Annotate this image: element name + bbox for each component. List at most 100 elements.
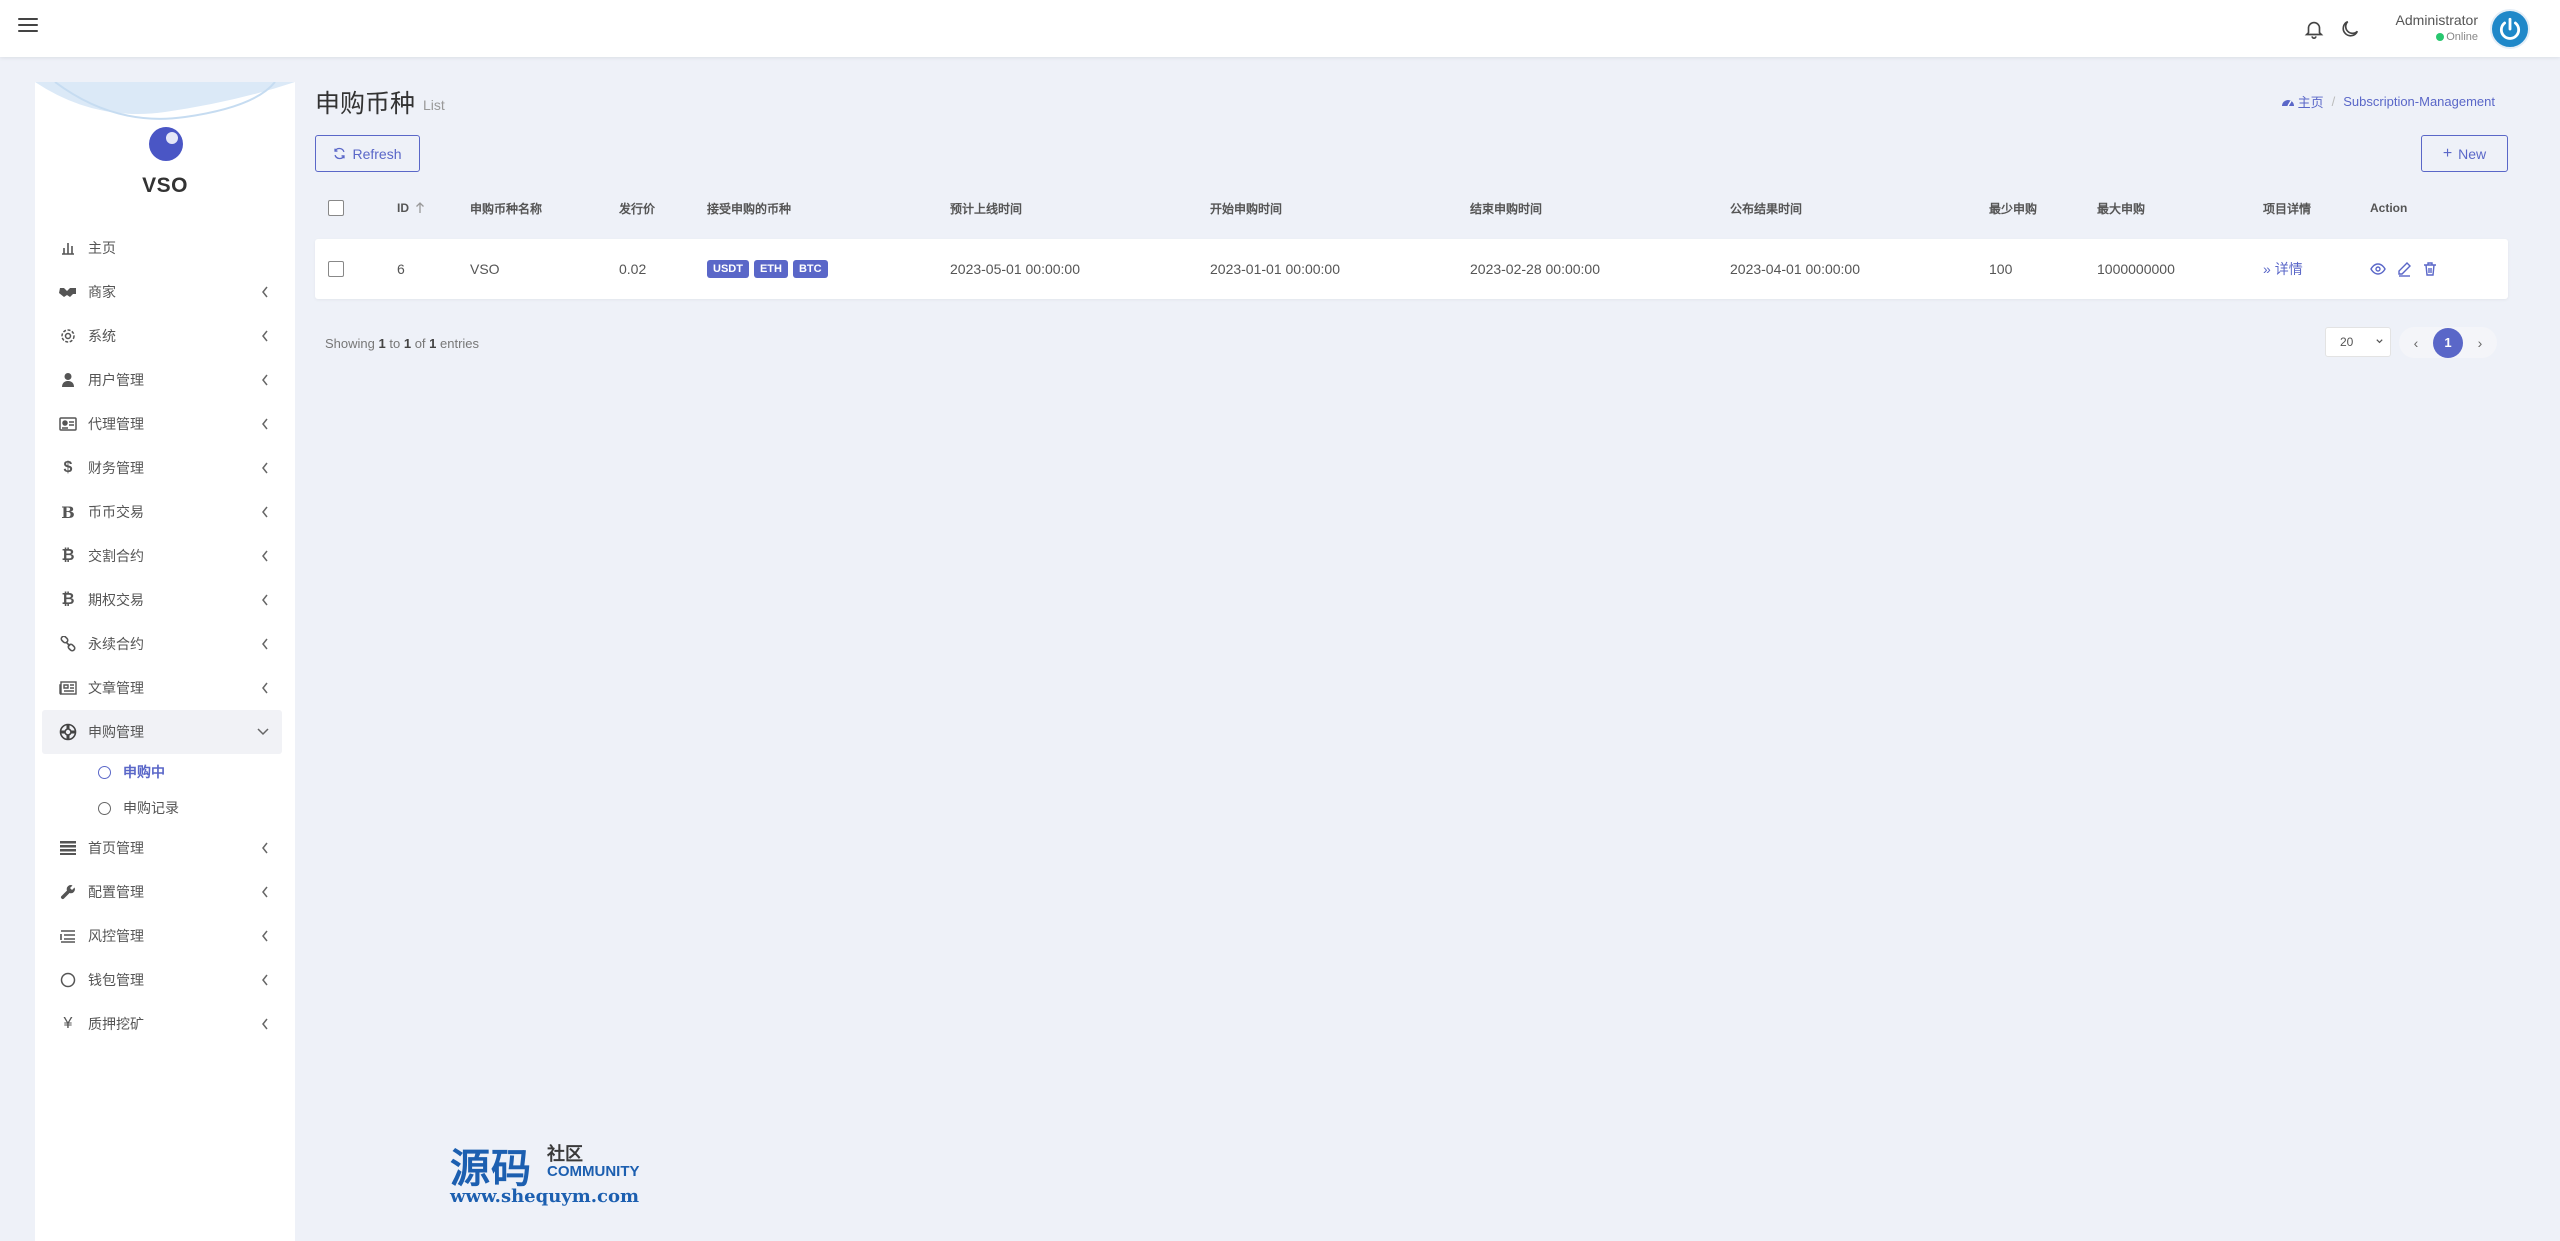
sidebar-item-agents[interactable]: 代理管理 [42,402,282,446]
column-header-name: 申购币种名称 [470,201,543,216]
view-eye-icon[interactable] [2370,261,2386,277]
info-entries: entries [440,336,480,351]
chevron-left-icon [262,330,268,342]
sidebar-item-options[interactable]: ₿ 期权交易 [42,578,282,622]
online-dot-icon [2436,33,2445,42]
list-icon [58,838,78,858]
info-showing: Showing [325,336,375,351]
watermark-url: www.shequym.com [450,1186,640,1207]
submenu-item-subscription-records[interactable]: 申购记录 [42,790,282,826]
sidebar-item-delivery-contract[interactable]: ₿ 交割合约 [42,534,282,578]
sidebar-item-label: 配置管理 [88,884,144,900]
cell-min: 100 [1989,261,2013,277]
cell-currencies: USDT ETH BTC [707,239,833,299]
sidebar-item-system[interactable]: 系统 [42,314,282,358]
circle-outline-icon [98,801,111,815]
yen-icon: ¥ [63,1015,73,1032]
sidebar-item-finance[interactable]: $ 财务管理 [42,446,282,490]
sidebar-item-staking[interactable]: ¥ 质押挖矿 [42,1002,282,1046]
sort-arrow-up-icon [416,202,424,213]
handshake-icon [58,282,78,302]
submenu-item-label: 申购中 [123,764,165,780]
select-all-checkbox[interactable] [328,200,344,216]
sidebar-item-label: 风控管理 [88,928,144,944]
dashboard-icon [2281,99,2294,106]
refresh-button[interactable]: Refresh [315,135,420,172]
new-button[interactable]: + New [2421,135,2508,172]
chevron-left-icon [262,974,268,986]
info-of-word: of [414,336,426,351]
sidebar-item-merchant[interactable]: 商家 [42,270,282,314]
select-all-checkbox-cell [328,188,344,228]
chart-icon [58,238,78,258]
page-title: 申购币种 [315,90,416,118]
sidebar-item-home[interactable]: 主页 [42,226,282,270]
row-checkbox[interactable] [328,261,344,277]
column-header-currencies: 接受申购的币种 [707,201,792,216]
bitcoin-icon: ₿ [61,547,75,564]
sidebar-item-homepage[interactable]: 首页管理 [42,826,282,870]
chevron-left-icon [262,638,268,650]
sidebar-item-wallet[interactable]: 钱包管理 [42,958,282,1002]
table-header: ID 申购币种名称 发行价 接受申购的币种 预计上线时间 开始申购时间 结束申购… [315,188,2508,228]
logo-text: VSO [142,174,188,197]
page-size-value: 20 [2340,335,2354,349]
circle-outline-icon [98,765,111,779]
cell-start-time: 2023-01-01 00:00:00 [1210,261,1340,277]
info-to-word: to [389,336,401,351]
sidebar-item-label: 永续合约 [88,636,144,652]
delete-trash-icon[interactable] [2422,261,2438,277]
submenu-item-subscribing[interactable]: 申购中 [42,754,282,790]
sidebar-item-label: 商家 [88,284,116,300]
sidebar-item-articles[interactable]: 文章管理 [42,666,282,710]
chevron-left-icon [262,886,268,898]
page-size-select[interactable]: 20 [2325,327,2391,357]
cell-actions [2370,239,2448,299]
bell-icon[interactable] [2303,18,2325,40]
logo-wave-decoration [35,82,295,120]
chevron-down-icon [2376,339,2383,344]
breadcrumb-home[interactable]: 主页 [2281,92,2324,111]
avatar[interactable] [2490,9,2530,49]
dollar-icon: $ [63,459,73,476]
sidebar-item-label: 首页管理 [88,840,144,856]
prev-page-button[interactable]: ‹ [2405,332,2427,354]
hamburger-menu-icon[interactable] [18,18,38,36]
sidebar-item-config[interactable]: 配置管理 [42,870,282,914]
page-subtitle: List [423,97,445,113]
sidebar-item-risk-control[interactable]: 风控管理 [42,914,282,958]
column-header-result-time: 公布结果时间 [1730,201,1803,216]
gear-icon [58,326,78,346]
page-number-button[interactable]: 1 [2433,327,2463,358]
moon-icon[interactable] [2339,18,2361,40]
chevron-left-icon [262,682,268,694]
chevron-left-icon [262,594,268,606]
sidebar-item-label: 用户管理 [88,372,144,388]
bitcoin-icon: ₿ [61,591,75,608]
column-header-listing-time: 预计上线时间 [950,201,1023,216]
sidebar-item-label: 代理管理 [88,416,144,432]
user-name[interactable]: Administrator [2396,12,2478,28]
sidebar-item-label: 主页 [88,240,116,256]
next-page-button[interactable]: › [2469,332,2491,354]
sidebar-menu: 主页 商家 系统 用户管理 代理管理 $ 财务管理 B 币币交易 ₿ 交割合约 … [42,226,282,1046]
watermark-logo: 源码 社区 COMMUNITY www.shequym.com [450,1136,670,1210]
detail-link[interactable]: » 详情 [2263,239,2303,299]
link-icon [58,634,78,654]
sidebar-item-label: 期权交易 [88,592,144,608]
sidebar: VSO 主页 商家 系统 用户管理 代理管理 $ 财务管理 B 币币交易 ₿ 交… [35,82,295,1241]
row-checkbox-cell [328,239,344,299]
column-header-price: 发行价 [619,201,656,216]
column-header-id[interactable]: ID [397,188,425,228]
info-total: 1 [429,336,437,351]
bitcoin-b-icon: B [61,502,75,522]
chevron-left-icon [262,550,268,562]
logo-icon [149,127,183,161]
sidebar-item-users[interactable]: 用户管理 [42,358,282,402]
sidebar-item-spot-trading[interactable]: B 币币交易 [42,490,282,534]
column-header-detail: 项目详情 [2263,201,2312,216]
sidebar-item-subscription[interactable]: 申购管理 [42,710,282,754]
currency-badge-btc: BTC [792,260,828,278]
edit-pencil-icon[interactable] [2396,261,2412,277]
sidebar-item-perpetual[interactable]: 永续合约 [42,622,282,666]
